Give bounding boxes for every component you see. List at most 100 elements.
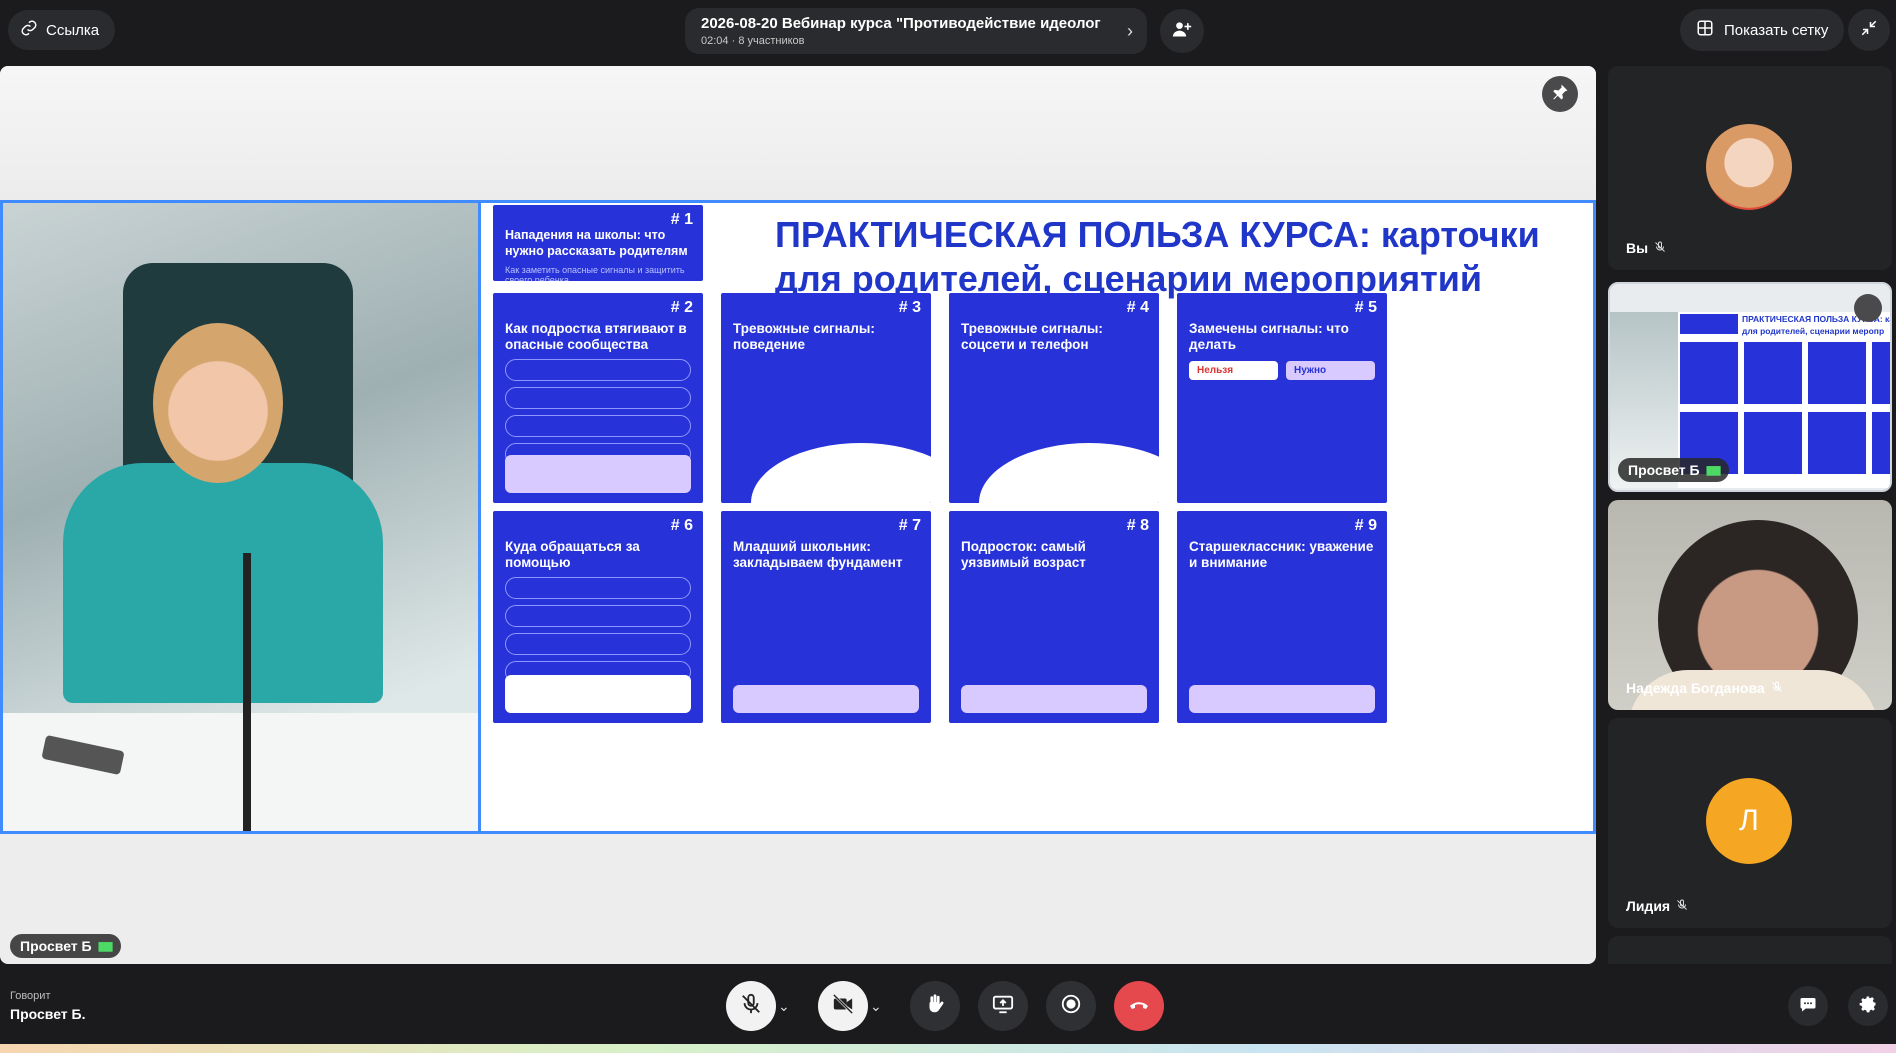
avatar: Л — [1706, 778, 1792, 864]
slide-card: # 5 Замечены сигналы: что делать Нельзя … — [1177, 293, 1387, 503]
speaking-label: Говорит — [10, 990, 51, 1002]
avatar — [1706, 124, 1792, 210]
participant-name: Лидия — [1626, 898, 1688, 914]
participant-tile[interactable]: Надежда Богданова — [1608, 500, 1892, 710]
add-participant-button[interactable] — [1160, 9, 1204, 53]
card-number: # 8 — [1126, 517, 1149, 534]
speaker-name-badge: Просвет Б ▮▮▮ — [10, 934, 122, 958]
card-title: Младший школьник: закладываем фундамент — [733, 539, 903, 570]
slide-title: ПРАКТИЧЕСКАЯ ПОЛЬЗА КУРСА: карточки для … — [775, 213, 1575, 301]
card-number: # 1 — [670, 211, 693, 228]
chevron-right-icon: › — [1127, 21, 1133, 41]
presenter-video — [0, 200, 478, 834]
card-title: Как подростка втягивают в опасные сообще… — [505, 321, 687, 352]
phone-hangup-icon — [1127, 992, 1151, 1021]
slide-card: # 6 Куда обращаться за помощью — [493, 511, 703, 723]
grid-icon — [1696, 19, 1714, 41]
card-number: # 5 — [1354, 299, 1377, 316]
pin-icon[interactable] — [1854, 294, 1882, 322]
desk-shape — [3, 713, 478, 831]
participant-name-text: Вы — [1626, 240, 1649, 256]
meeting-duration: 02:04 — [701, 35, 729, 47]
participant-tile[interactable]: Л Лидия — [1608, 718, 1892, 928]
no-chip: Нельзя — [1189, 361, 1278, 380]
gear-icon — [1858, 994, 1878, 1019]
share-screen-icon — [992, 993, 1014, 1020]
slide-card: # 4 Тревожные сигналы: соцсети и телефон — [949, 293, 1159, 503]
card-title: Тревожные сигналы: соцсети и телефон — [961, 321, 1103, 352]
slide-card: # 8 Подросток: самый уязвимый возраст — [949, 511, 1159, 723]
show-grid-label: Показать сетку — [1724, 21, 1829, 39]
camera-off-icon — [831, 993, 855, 1020]
card-number: # 3 — [898, 299, 921, 316]
record-button[interactable] — [1046, 981, 1096, 1031]
card-title: Нападения на школы: что нужно рассказать… — [505, 228, 688, 258]
microphone-toggle-button[interactable] — [726, 981, 776, 1031]
meeting-info-button[interactable]: 2026-08-20 Вебинар курса "Противодействи… — [685, 8, 1147, 54]
card-subtitle: Как заметить опасные сигналы и защитить … — [505, 265, 685, 281]
screen-share-stage[interactable]: ПРАКТИЧЕСКАЯ ПОЛЬЗА КУРСА: карточки для … — [0, 66, 1596, 964]
participant-tile-you[interactable]: Вы — [1608, 66, 1892, 270]
audio-level-icon: ▮▮▮ — [97, 939, 114, 953]
card-title: Подросток: самый уязвимый возраст — [961, 539, 1086, 570]
participant-name-text: Просвет Б — [1628, 462, 1700, 478]
card-callout — [733, 685, 919, 713]
collapse-icon — [1860, 19, 1878, 42]
card-arc — [979, 443, 1159, 503]
card-title: Тревожные сигналы: поведение — [733, 321, 875, 352]
collapse-button[interactable] — [1848, 9, 1890, 51]
participant-count: 8 участников — [738, 35, 805, 47]
record-icon — [1060, 993, 1082, 1020]
slide-title-line1: ПРАКТИЧЕСКАЯ ПОЛЬЗА КУРСА: карточки — [775, 214, 1540, 255]
hand-icon — [924, 993, 946, 1020]
card-number: # 6 — [670, 517, 693, 534]
chat-icon — [1799, 995, 1817, 1018]
copy-link-button[interactable]: Ссылка — [8, 10, 116, 50]
card-callout — [505, 455, 691, 493]
stage-background — [0, 66, 1596, 200]
meeting-meta: 02:04 · 8 участников — [701, 35, 805, 47]
camera-toggle-button[interactable] — [818, 981, 868, 1031]
pin-button[interactable] — [1542, 76, 1578, 112]
card-number: # 4 — [1126, 299, 1149, 316]
link-icon — [20, 19, 38, 41]
slide-card: # 3 Тревожные сигналы: поведение — [721, 293, 931, 503]
mic-off-icon — [740, 993, 762, 1020]
card-title: Куда обращаться за помощью — [505, 539, 640, 570]
card-callout — [505, 675, 691, 713]
participant-name: Вы — [1626, 240, 1666, 256]
share-screen-button[interactable] — [978, 981, 1028, 1031]
audio-level-icon: ▮▮▮ — [1705, 463, 1722, 477]
mic-off-icon — [1654, 240, 1666, 256]
card-number: # 2 — [670, 299, 693, 316]
top-bar: Ссылка 2026-08-20 Вебинар курса "Противо… — [0, 0, 1896, 62]
card-title: Замечены сигналы: что делать — [1189, 321, 1349, 352]
settings-button[interactable] — [1848, 986, 1888, 1026]
participant-tile-partial[interactable] — [1608, 936, 1892, 964]
participant-tile-screenshare[interactable]: ПРАКТИЧЕСКАЯ ПОЛЬЗА КУРСА: ка для родите… — [1608, 282, 1892, 492]
presenter-figure — [43, 323, 403, 703]
yes-chip: Нужно — [1286, 361, 1375, 380]
chat-button[interactable] — [1788, 986, 1828, 1026]
presentation-slide: ПРАКТИЧЕСКАЯ ПОЛЬЗА КУРСА: карточки для … — [478, 200, 1596, 834]
participant-name-text: Лидия — [1626, 898, 1671, 914]
show-grid-button[interactable]: Показать сетку — [1680, 9, 1845, 51]
end-call-button[interactable] — [1114, 981, 1164, 1031]
mic-off-icon — [1771, 680, 1783, 696]
card-title: Старшеклассник: уважение и внимание — [1189, 539, 1374, 570]
pin-icon — [1551, 83, 1569, 106]
card-callout — [1189, 685, 1375, 713]
slide-card: # 2 Как подростка втягивают в опасные со… — [493, 293, 703, 503]
participant-name: Просвет Б ▮▮▮ — [1618, 458, 1730, 482]
speaking-name: Просвет Б. — [10, 1006, 86, 1022]
card-number: # 9 — [1354, 517, 1377, 534]
speaking-indicator: Говорит Просвет Б. — [10, 990, 86, 1022]
raise-hand-button[interactable] — [910, 981, 960, 1031]
chevron-down-icon[interactable]: ⌄ — [870, 998, 882, 1015]
slide-card: # 1 Нападения на школы: что нужно расска… — [493, 205, 703, 281]
participant-name: Надежда Богданова — [1626, 680, 1783, 696]
bottom-control-bar: Говорит Просвет Б. ⌄ ⌄ — [0, 968, 1896, 1046]
participant-name-text: Надежда Богданова — [1626, 680, 1765, 696]
card-number: # 7 — [898, 517, 921, 534]
chevron-down-icon[interactable]: ⌄ — [778, 998, 790, 1015]
